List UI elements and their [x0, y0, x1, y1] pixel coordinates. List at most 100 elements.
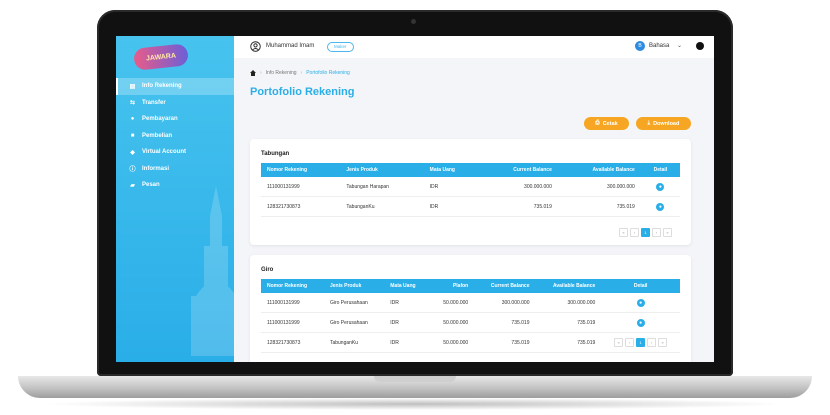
available-balance: 300.000.000	[557, 177, 641, 197]
topbar: Muhammad Imam Maker B Bahasa ⌄	[234, 36, 714, 58]
detail-cell: « ‹ 1 › »	[601, 332, 680, 353]
column-header: Jenis Produk	[329, 283, 362, 289]
download-icon: ⤓	[647, 120, 651, 126]
table-row: 128321730873 TabunganKu IDR 50.000.000 7…	[261, 332, 680, 353]
breadcrumb-separator: ›	[300, 70, 303, 76]
detail-cell: ●	[601, 293, 680, 313]
page-button[interactable]: 1	[636, 338, 646, 347]
mata-uang: IDR	[384, 293, 430, 313]
first-page-button[interactable]: «	[614, 338, 624, 347]
detail-icon[interactable]: ●	[636, 298, 645, 307]
last-page-button[interactable]: »	[658, 338, 668, 347]
purchase-icon: ■	[130, 132, 135, 139]
column-header: Detail	[653, 167, 668, 173]
breadcrumb-parent[interactable]: Info Rekening	[266, 70, 297, 76]
print-icon: ⎙	[595, 120, 600, 126]
giro-table: Nomor Rekening Jenis Produk Mata Uang Pl…	[261, 279, 680, 353]
table-row: 111000131999 Giro Perusahaan IDR 50.000.…	[261, 293, 680, 313]
next-page-button[interactable]: ›	[647, 338, 657, 347]
sidebar-item-pembelian[interactable]: ■ Pembelian	[116, 128, 234, 145]
available-balance: 735.019	[535, 312, 602, 333]
column-header: Plafon	[452, 283, 469, 289]
page-button[interactable]: 1	[641, 228, 650, 237]
laptop-shadow	[40, 398, 790, 410]
language-selector[interactable]: Bahasa	[649, 43, 669, 49]
role-badge: Maker	[327, 42, 354, 52]
tabungan-card: Tabungan Nomor Rekening Jenis Produk Mat…	[250, 139, 691, 245]
detail-cell: ●	[640, 177, 680, 197]
chevron-down-icon[interactable]: ⌄	[677, 42, 682, 49]
nomor-rekening: 128321730873	[261, 332, 324, 353]
sidebar: JAWARA ▤ Info Rekening ⇆ Transfer ● Pemb…	[116, 36, 234, 362]
sidebar-item-label: Pembelian	[142, 132, 173, 139]
current-balance: 735.019	[474, 332, 536, 353]
sidebar-item-pembayaran[interactable]: ● Pembayaran	[116, 111, 234, 128]
available-balance: 735.019	[557, 196, 641, 217]
table-row: 128321730873 TabunganKu IDR 735.019 735.…	[261, 196, 680, 217]
prev-page-button[interactable]: ‹	[630, 228, 639, 237]
column-header: Mata Uang	[390, 283, 416, 289]
last-page-button[interactable]: »	[663, 228, 672, 237]
column-header: Nomor Rekening	[267, 283, 308, 289]
column-header: Detail	[633, 283, 648, 289]
jenis-produk: Giro Perusahaan	[323, 293, 385, 313]
mata-uang: IDR	[423, 177, 481, 197]
sidebar-item-informasi[interactable]: ⓘ Informasi	[116, 161, 234, 178]
download-label: Download	[653, 120, 680, 127]
sidebar-item-label: Pembayaran	[142, 116, 178, 123]
detail-icon[interactable]: ●	[656, 182, 665, 191]
current-balance: 735.019	[474, 312, 536, 333]
settings-icon[interactable]	[696, 42, 704, 50]
sidebar-item-info-rekening[interactable]: ▤ Info Rekening	[116, 78, 234, 95]
first-page-button[interactable]: «	[619, 228, 628, 237]
sidebar-menu: ▤ Info Rekening ⇆ Transfer ● Pembayaran …	[116, 78, 234, 194]
giro-pagination: « ‹ 1 › »	[614, 338, 668, 347]
tabungan-title: Tabungan	[261, 151, 290, 157]
jenis-produk: Giro Perusahaan	[323, 312, 385, 333]
column-header: Jenis Produk	[346, 167, 378, 173]
plafon: 50.000.000	[429, 293, 475, 313]
nomor-rekening: 111000131999	[261, 177, 341, 197]
app-logo[interactable]: JAWARA	[132, 43, 190, 71]
laptop-base	[18, 376, 812, 398]
sidebar-item-label: Pesan	[142, 182, 160, 189]
available-balance: 300.000.000	[535, 293, 602, 313]
table-row: 111000131999 Giro Perusahaan IDR 50.000.…	[261, 312, 680, 333]
sidebar-item-label: Virtual Account	[142, 149, 187, 156]
detail-icon[interactable]: ●	[636, 318, 645, 327]
virtual-account-icon: ◆	[130, 149, 135, 156]
column-header: Available Balance	[552, 283, 596, 289]
breadcrumb-current: Portofolio Rekening	[306, 70, 350, 76]
sidebar-item-transfer[interactable]: ⇆ Transfer	[116, 95, 234, 112]
jenis-produk: TabunganKu	[323, 332, 385, 353]
home-icon[interactable]	[250, 70, 256, 76]
sidebar-item-virtual-account[interactable]: ◆ Virtual Account	[116, 144, 234, 161]
cetak-label: Cetak	[602, 120, 618, 127]
table-row: 111000131999 Tabungan Harapan IDR 300.00…	[261, 177, 680, 197]
current-balance: 735.019	[480, 196, 558, 217]
download-button[interactable]: ⤓ Download	[636, 117, 691, 130]
nomor-rekening: 128321730873	[261, 196, 341, 217]
plafon: 50.000.000	[429, 332, 475, 353]
mata-uang: IDR	[384, 332, 430, 353]
jenis-produk: Tabungan Harapan	[340, 177, 424, 197]
tabungan-table: Nomor Rekening Jenis Produk Mata Uang Cu…	[261, 163, 680, 217]
table-header-row: Nomor Rekening Jenis Produk Mata Uang Pl…	[261, 279, 680, 293]
list-icon: ▤	[129, 83, 136, 90]
breadcrumb: › Info Rekening › Portofolio Rekening	[250, 70, 350, 76]
prev-page-button[interactable]: ‹	[625, 338, 635, 347]
cetak-button[interactable]: ⎙ Cetak	[584, 117, 629, 130]
user-avatar-icon[interactable]	[250, 41, 261, 52]
column-header: Current Balance	[513, 167, 552, 173]
payment-icon: ●	[130, 116, 135, 123]
jenis-produk: TabunganKu	[340, 196, 424, 217]
column-header: Mata Uang	[429, 167, 455, 173]
sidebar-item-label: Transfer	[142, 99, 166, 106]
sidebar-item-label: Informasi	[142, 165, 170, 172]
next-page-button[interactable]: ›	[652, 228, 661, 237]
language-icon[interactable]: B	[635, 41, 645, 51]
info-icon: ⓘ	[129, 167, 136, 174]
current-balance: 300.000.000	[480, 177, 558, 197]
detail-icon[interactable]: ●	[656, 202, 665, 211]
laptop-base-notch	[374, 376, 456, 382]
